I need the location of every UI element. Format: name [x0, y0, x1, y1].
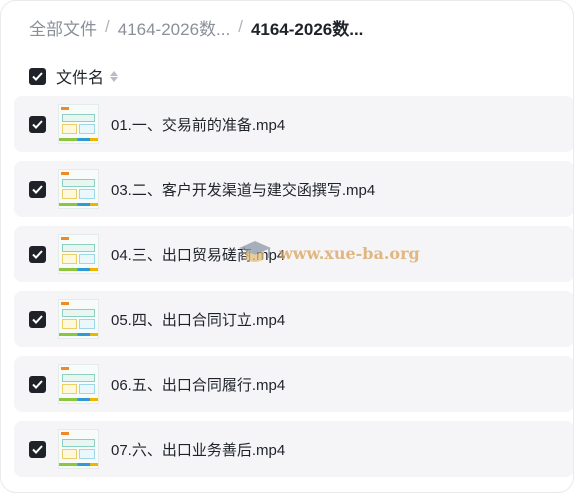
checkmark-icon [32, 379, 43, 389]
breadcrumb-separator: / [238, 17, 243, 36]
select-all-checkbox[interactable] [29, 67, 46, 85]
checkmark-icon [32, 184, 43, 194]
row-checkbox[interactable] [29, 310, 46, 328]
row-checkbox[interactable] [29, 245, 46, 263]
checkmark-icon [32, 444, 43, 454]
sort-icon[interactable] [110, 70, 119, 82]
breadcrumb: 全部文件 / 4164-2026数... / 4164-2026数... [29, 15, 363, 39]
video-thumbnail [58, 364, 99, 404]
file-name[interactable]: 03.二、客户开发渠道与建交函撰写.mp4 [111, 179, 375, 200]
checkmark-icon [32, 249, 43, 259]
file-name[interactable]: 07.六、出口业务善后.mp4 [111, 439, 285, 460]
video-thumbnail [58, 429, 99, 469]
list-item[interactable]: 03.二、客户开发渠道与建交函撰写.mp4 [14, 161, 573, 217]
breadcrumb-item-current: 4164-2026数... [250, 19, 364, 39]
row-checkbox[interactable] [29, 180, 46, 198]
breadcrumb-separator: / [105, 17, 110, 36]
list-item[interactable]: 04.三、出口贸易磋商.mp4 [14, 226, 573, 282]
breadcrumb-item-root[interactable]: 全部文件 [29, 15, 97, 40]
file-name[interactable]: 05.四、出口合同订立.mp4 [111, 309, 285, 330]
row-checkbox[interactable] [29, 440, 46, 458]
video-thumbnail [58, 234, 99, 274]
video-thumbnail [58, 169, 99, 209]
file-name[interactable]: 06.五、出口合同履行.mp4 [111, 374, 285, 395]
column-header-filename[interactable]: 文件名 [56, 64, 104, 88]
row-checkbox[interactable] [29, 375, 46, 393]
checkmark-icon [32, 314, 43, 324]
video-thumbnail [58, 299, 99, 339]
list-item[interactable]: 07.六、出口业务善后.mp4 [14, 421, 573, 477]
file-name[interactable]: 04.三、出口贸易磋商.mp4 [111, 244, 285, 265]
list-item[interactable]: 06.五、出口合同履行.mp4 [14, 356, 573, 412]
breadcrumb-item-parent[interactable]: 4164-2026数... [118, 15, 230, 40]
list-item[interactable]: 05.四、出口合同订立.mp4 [14, 291, 573, 347]
checkmark-icon [32, 119, 43, 129]
video-thumbnail [58, 104, 99, 144]
file-browser-panel: 全部文件 / 4164-2026数... / 4164-2026数... 文件名… [0, 0, 574, 493]
file-name[interactable]: 01.一、交易前的准备.mp4 [111, 114, 285, 135]
checkmark-icon [32, 71, 43, 81]
row-checkbox[interactable] [29, 115, 46, 133]
list-header: 文件名 [29, 64, 119, 88]
list-item[interactable]: 01.一、交易前的准备.mp4 [14, 96, 573, 152]
